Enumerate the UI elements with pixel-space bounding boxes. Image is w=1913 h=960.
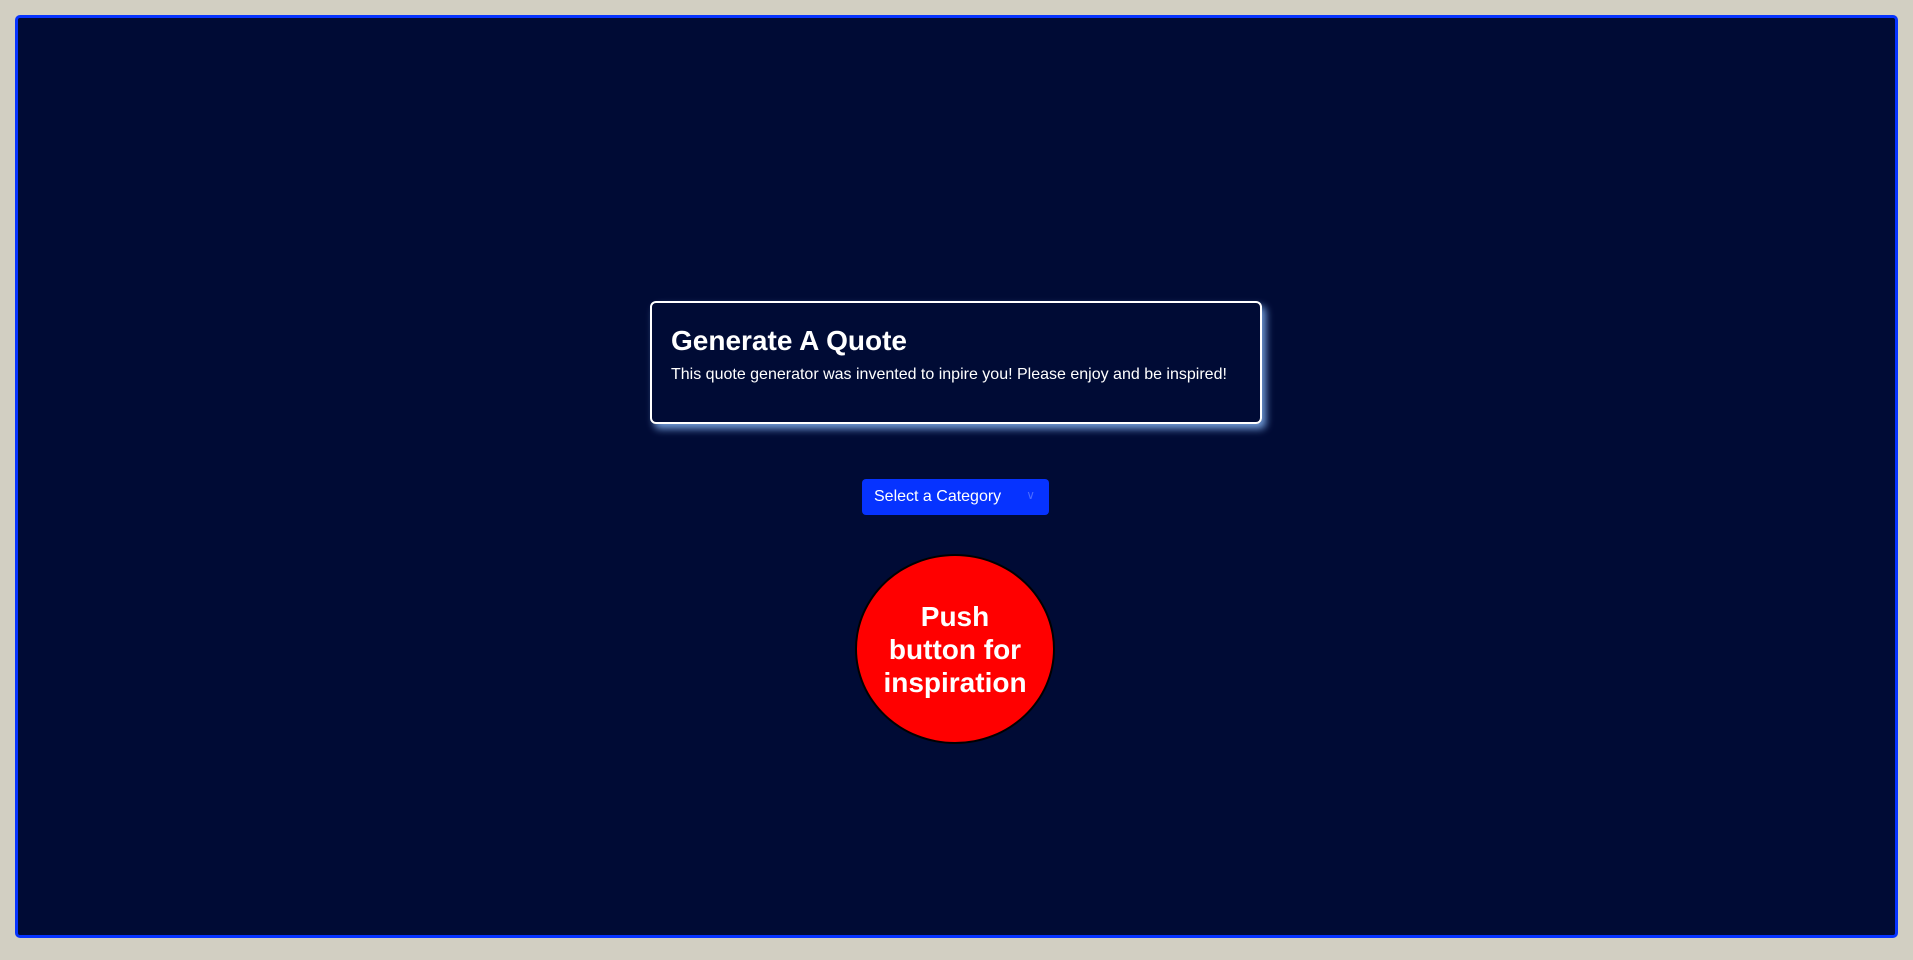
inspiration-button[interactable]: Push button for inspiration (855, 554, 1055, 744)
category-select[interactable]: Select a Category ∨ (862, 479, 1049, 515)
page-description: This quote generator was invented to inp… (671, 366, 1227, 383)
page-title: Generate A Quote (671, 325, 907, 356)
intro-card: Generate A Quote This quote generator wa… (650, 301, 1262, 424)
category-select-value: Select a Category (874, 488, 1002, 505)
app-frame (15, 15, 1898, 938)
inspiration-button-label: Push button for inspiration (883, 600, 1027, 698)
chevron-down-icon: ∨ (1026, 488, 1035, 502)
